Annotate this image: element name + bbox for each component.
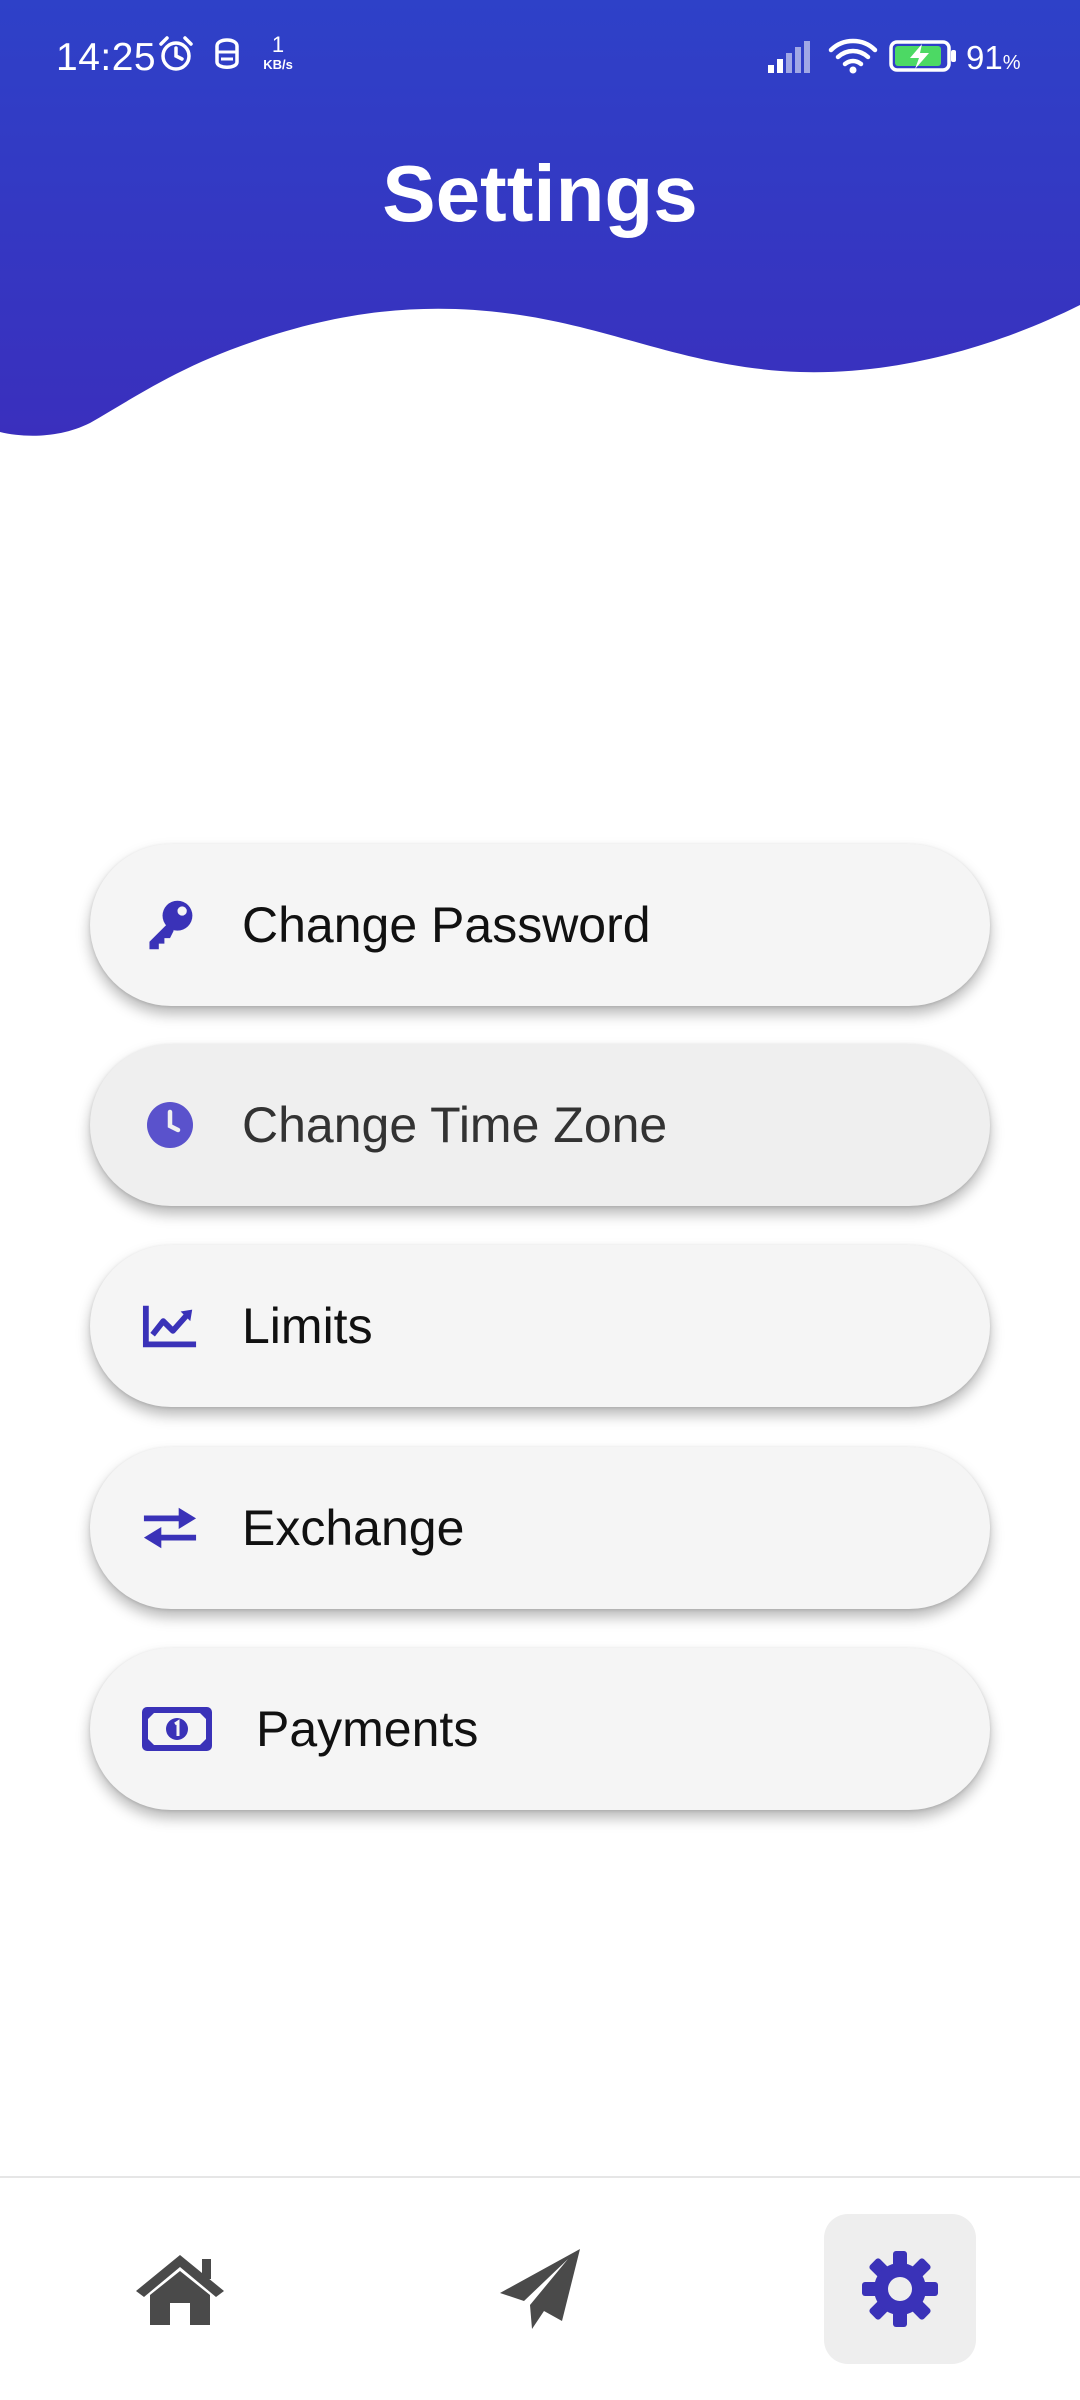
change-password-button[interactable]: Change Password <box>90 844 990 1006</box>
page-title: Settings <box>382 149 698 238</box>
change-time-zone-button[interactable]: Change Time Zone <box>90 1044 990 1206</box>
wifi-icon <box>828 38 878 74</box>
signal-icon <box>768 41 810 73</box>
nav-send-button[interactable] <box>464 2214 616 2364</box>
key-icon <box>142 897 198 953</box>
nav-settings-button[interactable] <box>824 2214 976 2364</box>
menu-item-label: Limits <box>242 1298 373 1354</box>
network-speed: 1 KB/s <box>258 32 298 72</box>
battery-percent: 91% <box>966 38 1021 83</box>
network-speed-unit: KB/s <box>263 57 293 72</box>
status-bar: 14:25 1 KB/s 91% <box>0 0 1080 118</box>
money-bill-icon <box>142 1701 212 1757</box>
bottom-navigation <box>0 2176 1080 2400</box>
menu-item-label: Change Password <box>242 897 651 953</box>
menu-item-label: Exchange <box>242 1500 465 1556</box>
settings-screen: 14:25 1 KB/s 91% Settings Change Passwor… <box>0 0 1080 2400</box>
menu-item-label: Change Time Zone <box>242 1097 668 1153</box>
exchange-button[interactable]: Exchange <box>90 1447 990 1609</box>
battery-percent-unit: % <box>1002 52 1021 74</box>
nav-home-button[interactable] <box>104 2214 256 2364</box>
battery-percent-value: 91 <box>966 39 1003 76</box>
home-icon <box>136 2255 224 2325</box>
gear-icon <box>862 2251 938 2327</box>
menu-item-label: Payments <box>256 1701 479 1757</box>
alarm-icon <box>159 36 193 71</box>
exchange-arrows-icon <box>142 1500 198 1556</box>
status-time: 14:25 <box>56 36 157 79</box>
payments-button[interactable]: Payments <box>90 1648 990 1810</box>
paper-plane-icon <box>500 2249 580 2329</box>
mask-icon <box>215 38 239 69</box>
battery-charging-icon <box>889 40 956 72</box>
clock-icon <box>142 1097 198 1153</box>
limits-button[interactable]: Limits <box>90 1245 990 1407</box>
chart-line-icon <box>142 1298 198 1354</box>
network-speed-value: 1 <box>271 32 285 57</box>
